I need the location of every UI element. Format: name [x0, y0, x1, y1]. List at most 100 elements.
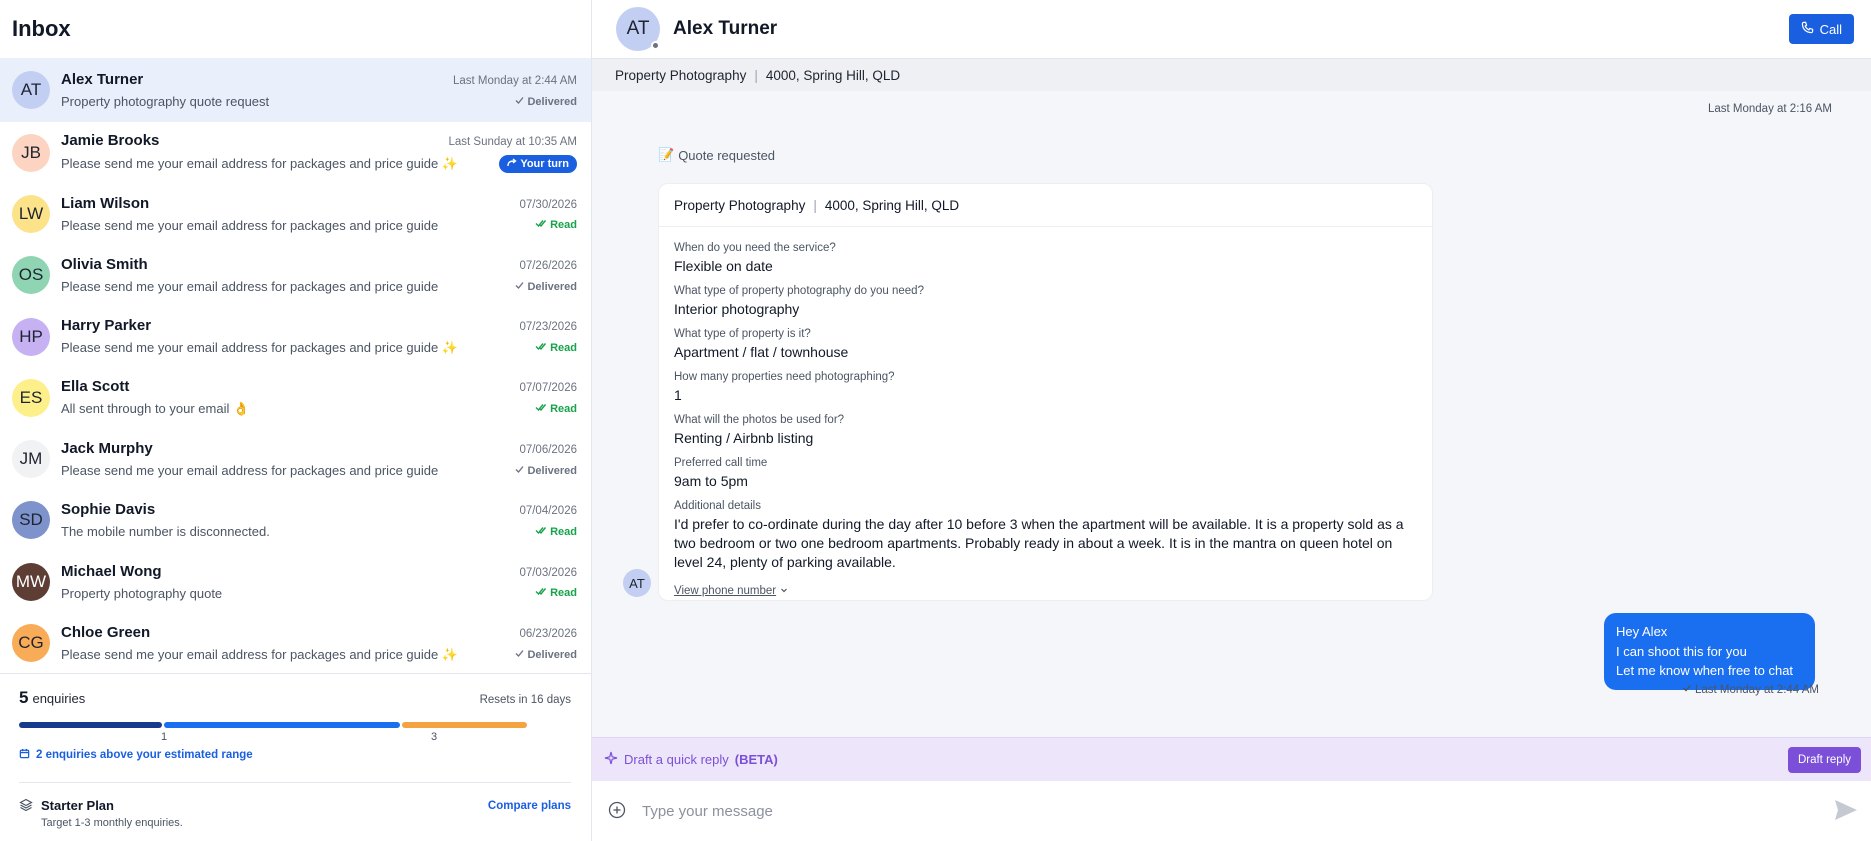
conversation-item[interactable]: SD Sophie Davis 07/04/2026 The mobile numbe… [0, 490, 591, 551]
detail-answer: Renting / Airbnb listing [674, 430, 814, 446]
detail-answer: I'd prefer to co-ordinate during the day… [674, 516, 1404, 570]
conversation-time: 07/07/2026 [519, 382, 577, 395]
plan-section: Starter Plan Target 1-3 monthly enquirie… [19, 782, 571, 829]
quote-detail: Additional details I'd prefer to co-ordin… [674, 500, 1417, 572]
contact-name: Alex Turner [61, 71, 144, 88]
presence-dot [651, 41, 660, 50]
detail-question: How many properties need photographing? [674, 371, 895, 383]
enquiry-count: 5 enquiries [19, 688, 86, 707]
quote-detail: How many properties need photographing? 1 [674, 371, 1417, 405]
status-badge: Delivered [515, 465, 577, 477]
memo-icon: 📝 [658, 147, 675, 162]
message-preview: Please send me your email address for pa… [61, 646, 459, 662]
status-badge: Delivered [515, 649, 577, 661]
chat-header: AT Alex Turner Call [592, 0, 1871, 58]
conversation-item[interactable]: OS Olivia Smith 07/26/2026 Please send me y… [0, 245, 591, 306]
conversation-item[interactable]: CG Chloe Green 06/23/2026 Please send me yo… [0, 612, 591, 673]
conversation-list: AT Alex Turner Last Monday at 2:44 AM Prope… [0, 58, 591, 673]
quote-detail: What will the photos be used for? Renting… [674, 414, 1417, 448]
check-icon [1682, 683, 1692, 696]
detail-answer: Apartment / flat / townhouse [674, 344, 849, 360]
view-phone-link[interactable]: View phone number [674, 585, 788, 597]
avatar: JM [12, 440, 50, 479]
message-thread: Last Monday at 2:16 AM 📝 Quote requested… [592, 91, 1871, 737]
message-preview: Please send me your email address for pa… [61, 340, 459, 356]
conversation-item[interactable]: HP Harry Parker 07/23/2026 Please send me y… [0, 306, 591, 367]
contact-name: Alex Turner [673, 18, 778, 39]
conversation-time: 06/23/2026 [519, 627, 577, 640]
usage-ticks: 1 3 [19, 728, 571, 743]
detail-question: What type of property photography do you… [674, 285, 924, 297]
message-preview: Please send me your email address for pa… [61, 463, 439, 479]
detail-question: What will the photos be used for? [674, 414, 845, 426]
inbox-title: Inbox [12, 16, 71, 41]
sparkle-icon [604, 751, 618, 768]
outgoing-message: Hey Alex I can shoot this for you Let me k… [1604, 613, 1815, 690]
quote-detail: When do you need the service? Flexible on… [674, 242, 1417, 276]
layers-icon [19, 798, 33, 829]
message-line: Hey Alex [1616, 624, 1668, 639]
quote-detail: What type of property photography do you… [674, 285, 1417, 319]
avatar: MW [12, 562, 50, 601]
usage-panel: 5 enquiries Resets in 16 days 1 3 2 enqui… [0, 673, 591, 841]
status-badge: Delivered [515, 281, 577, 293]
divider: | [754, 67, 758, 83]
message-input[interactable] [642, 802, 1817, 820]
quick-reply-bar: Draft a quick reply (BETA) Draft reply [592, 737, 1871, 781]
detail-answer: 9am to 5pm [674, 473, 748, 489]
compare-plans-link[interactable]: Compare plans [488, 800, 571, 829]
job-location: 4000, Spring Hill, QLD [765, 67, 901, 83]
tick-label: 3 [431, 731, 438, 743]
send-icon[interactable] [1833, 798, 1859, 825]
conversation-item[interactable]: AT Alex Turner Last Monday at 2:44 AM Prope… [0, 58, 591, 122]
conversation-time: 07/04/2026 [519, 505, 577, 518]
conversation-item[interactable]: JB Jamie Brooks Last Sunday at 10:35 AM Ple… [0, 122, 591, 183]
card-header: Property Photography | 4000, Spring Hill… [659, 184, 1432, 227]
avatar: SD [12, 501, 50, 540]
job-subheader: Property Photography | 4000, Spring Hill… [592, 58, 1871, 91]
contact-name: Jack Murphy [61, 440, 153, 458]
conversation-time: 07/03/2026 [519, 566, 577, 579]
reply-arrow-icon [507, 158, 517, 170]
avatar: AT [623, 569, 651, 597]
draft-reply-button[interactable]: Draft reply [1787, 746, 1861, 773]
chat-pane: AT Alex Turner Call Property Photography… [592, 0, 1871, 841]
double-check-icon [535, 526, 547, 538]
avatar: LW [12, 194, 50, 233]
status-badge: Read [535, 342, 577, 354]
quote-requested-label: 📝 Quote requested [658, 147, 776, 163]
detail-question: When do you need the service? [674, 242, 836, 254]
avatar: AT [12, 71, 50, 109]
conversation-time: 07/30/2026 [519, 198, 577, 211]
draft-quick-reply[interactable]: Draft a quick reply (BETA) [604, 751, 778, 768]
contact-name: Chloe Green [61, 623, 151, 641]
message-preview: Please send me your email address for pa… [61, 279, 439, 295]
message-timestamp: Last Monday at 2:16 AM [1707, 103, 1832, 115]
avatar: CG [12, 624, 50, 663]
add-attachment-icon[interactable] [608, 801, 626, 822]
avatar: ES [12, 378, 50, 417]
detail-answer: Flexible on date [674, 258, 773, 274]
check-icon [515, 649, 524, 661]
check-icon [515, 465, 524, 477]
double-check-icon [535, 403, 547, 415]
avatar: HP [12, 317, 50, 356]
conversation-item[interactable]: JM Jack Murphy 07/06/2026 Please send me yo… [0, 428, 591, 489]
plan-name: Starter Plan [41, 798, 114, 813]
conversation-item[interactable]: LW Liam Wilson 07/30/2026 Please send me yo… [0, 183, 591, 244]
avatar: JB [12, 133, 50, 172]
inbox-pane: Inbox AT Alex Turner Last Monday at 2:44 A… [0, 0, 592, 841]
above-range-notice: 2 enquiries above your estimated range [19, 748, 571, 762]
message-preview: Please send me your email address for pa… [61, 217, 439, 233]
call-button[interactable]: Call [1788, 14, 1854, 44]
calendar-icon [19, 748, 30, 762]
conversation-time: Last Monday at 2:44 AM [452, 75, 577, 87]
conversation-item[interactable]: MW Michael Wong 07/03/2026 Property photogr… [0, 551, 591, 612]
reset-text: Resets in 16 days [479, 694, 571, 706]
check-icon [515, 96, 524, 108]
detail-question: Additional details [674, 500, 761, 512]
conversation-item[interactable]: ES Ella Scott 07/07/2026 All sent through t… [0, 367, 591, 428]
contact-name: Harry Parker [61, 317, 152, 335]
detail-answer: 1 [674, 387, 682, 403]
check-icon [515, 281, 524, 293]
